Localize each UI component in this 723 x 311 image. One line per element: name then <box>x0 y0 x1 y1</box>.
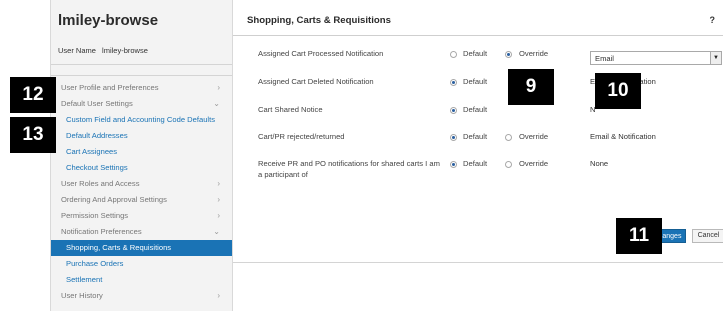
default-radio-label: Default <box>463 77 488 86</box>
default-radio-label: Default <box>463 132 488 141</box>
callout-badge-11: 11 <box>616 218 662 254</box>
help-icon[interactable]: ? <box>710 15 716 25</box>
sidebar-item-label: User History <box>61 291 103 300</box>
sidebar-item-label: Settlement <box>66 275 103 284</box>
setting-value: Email & Notification <box>590 132 656 141</box>
override-radio[interactable] <box>505 134 512 141</box>
default-radio-label: Default <box>463 159 488 168</box>
sidebar-item-label: Cart Assignees <box>66 147 118 156</box>
sidebar-item-label: User Roles and Access <box>61 179 140 188</box>
chevron-right-icon: › <box>217 83 220 92</box>
sidebar-title: lmiley-browse <box>58 12 159 29</box>
cancel-button[interactable]: Cancel <box>692 229 723 243</box>
user-name-value: lmiley-browse <box>102 46 148 55</box>
default-radio[interactable] <box>450 134 457 141</box>
sidebar: lmiley-browse User Name lmiley-browse Us… <box>50 0 233 311</box>
setting-label: Receive PR and PO notifications for shar… <box>258 159 440 179</box>
override-radio-label: Override <box>519 159 549 168</box>
sidebar-item-purchase-orders[interactable]: Purchase Orders <box>51 256 232 272</box>
user-name-line: User Name lmiley-browse <box>58 46 148 55</box>
sidebar-item-custom-field-defaults[interactable]: Custom Field and Accounting Code Default… <box>51 112 232 128</box>
setting-label: Cart Shared Notice <box>258 105 323 114</box>
default-radio[interactable] <box>450 107 457 114</box>
setting-label: Assigned Cart Deleted Notification <box>258 77 374 86</box>
sidebar-item-shopping-carts[interactable]: Shopping, Carts & Requisitions <box>51 240 232 256</box>
sidebar-item-user-profile[interactable]: User Profile and Preferences › <box>51 80 232 96</box>
setting-label: Cart/PR rejected/returned <box>258 132 345 141</box>
default-radio-label: Default <box>463 49 488 58</box>
sidebar-nav: User Profile and Preferences › Default U… <box>51 80 232 304</box>
sidebar-item-default-user-settings[interactable]: Default User Settings ⌄ <box>51 96 232 112</box>
override-radio[interactable] <box>505 161 512 168</box>
chevron-right-icon: › <box>217 195 220 204</box>
sidebar-item-label: Default User Settings <box>61 99 133 108</box>
setting-label: Assigned Cart Processed Notification <box>258 49 384 58</box>
setting-value: None <box>590 159 609 168</box>
content-divider <box>233 262 723 263</box>
main-content: Shopping, Carts & Requisitions ? Assigne… <box>233 0 723 311</box>
sidebar-item-ordering-approval[interactable]: Ordering And Approval Settings › <box>51 192 232 208</box>
sidebar-item-permission-settings[interactable]: Permission Settings › <box>51 208 232 224</box>
override-radio-label: Override <box>519 49 549 58</box>
sidebar-item-label: User Profile and Preferences <box>61 83 159 92</box>
sidebar-item-label: Notification Preferences <box>61 227 142 236</box>
user-name-label: User Name <box>58 46 96 55</box>
select-value: Email <box>595 54 614 63</box>
sidebar-item-label: Default Addresses <box>66 131 128 140</box>
override-radio[interactable] <box>505 51 512 58</box>
page-header: Shopping, Carts & Requisitions ? <box>233 0 723 36</box>
chevron-down-icon: ⌄ <box>213 227 220 236</box>
sidebar-item-cart-assignees[interactable]: Cart Assignees <box>51 144 232 160</box>
default-radio-label: Default <box>463 105 488 114</box>
callout-badge-13: 13 <box>10 117 56 153</box>
notification-settings-panel: Assigned Cart Processed Notification Def… <box>245 38 723 243</box>
sidebar-divider <box>51 75 232 76</box>
sidebar-item-checkout-settings[interactable]: Checkout Settings <box>51 160 232 176</box>
chevron-down-icon: ⌄ <box>213 99 220 108</box>
default-radio[interactable] <box>450 161 457 168</box>
callout-badge-9: 9 <box>508 69 554 105</box>
chevron-right-icon: › <box>217 291 220 300</box>
sidebar-item-settlement[interactable]: Settlement <box>51 272 232 288</box>
notification-type-select[interactable]: Email ▼ <box>590 51 722 65</box>
sidebar-item-default-addresses[interactable]: Default Addresses <box>51 128 232 144</box>
callout-badge-12: 12 <box>10 77 56 113</box>
sidebar-divider <box>51 64 232 65</box>
page-title: Shopping, Carts & Requisitions <box>247 15 391 26</box>
chevron-down-icon[interactable]: ▼ <box>710 52 721 64</box>
sidebar-item-label: Ordering And Approval Settings <box>61 195 167 204</box>
override-radio-label: Override <box>519 132 549 141</box>
chevron-right-icon: › <box>217 211 220 220</box>
sidebar-item-label: Custom Field and Accounting Code Default… <box>66 115 216 124</box>
sidebar-item-label: Permission Settings <box>61 211 129 220</box>
sidebar-item-label: Shopping, Carts & Requisitions <box>66 243 172 252</box>
sidebar-item-label: Checkout Settings <box>66 163 128 172</box>
sidebar-item-user-history[interactable]: User History › <box>51 288 232 304</box>
default-radio[interactable] <box>450 51 457 58</box>
chevron-right-icon: › <box>217 179 220 188</box>
default-radio[interactable] <box>450 79 457 86</box>
callout-badge-10: 10 <box>595 73 641 109</box>
sidebar-item-label: Purchase Orders <box>66 259 124 268</box>
sidebar-item-notification-preferences[interactable]: Notification Preferences ⌄ <box>51 224 232 240</box>
sidebar-item-user-roles[interactable]: User Roles and Access › <box>51 176 232 192</box>
